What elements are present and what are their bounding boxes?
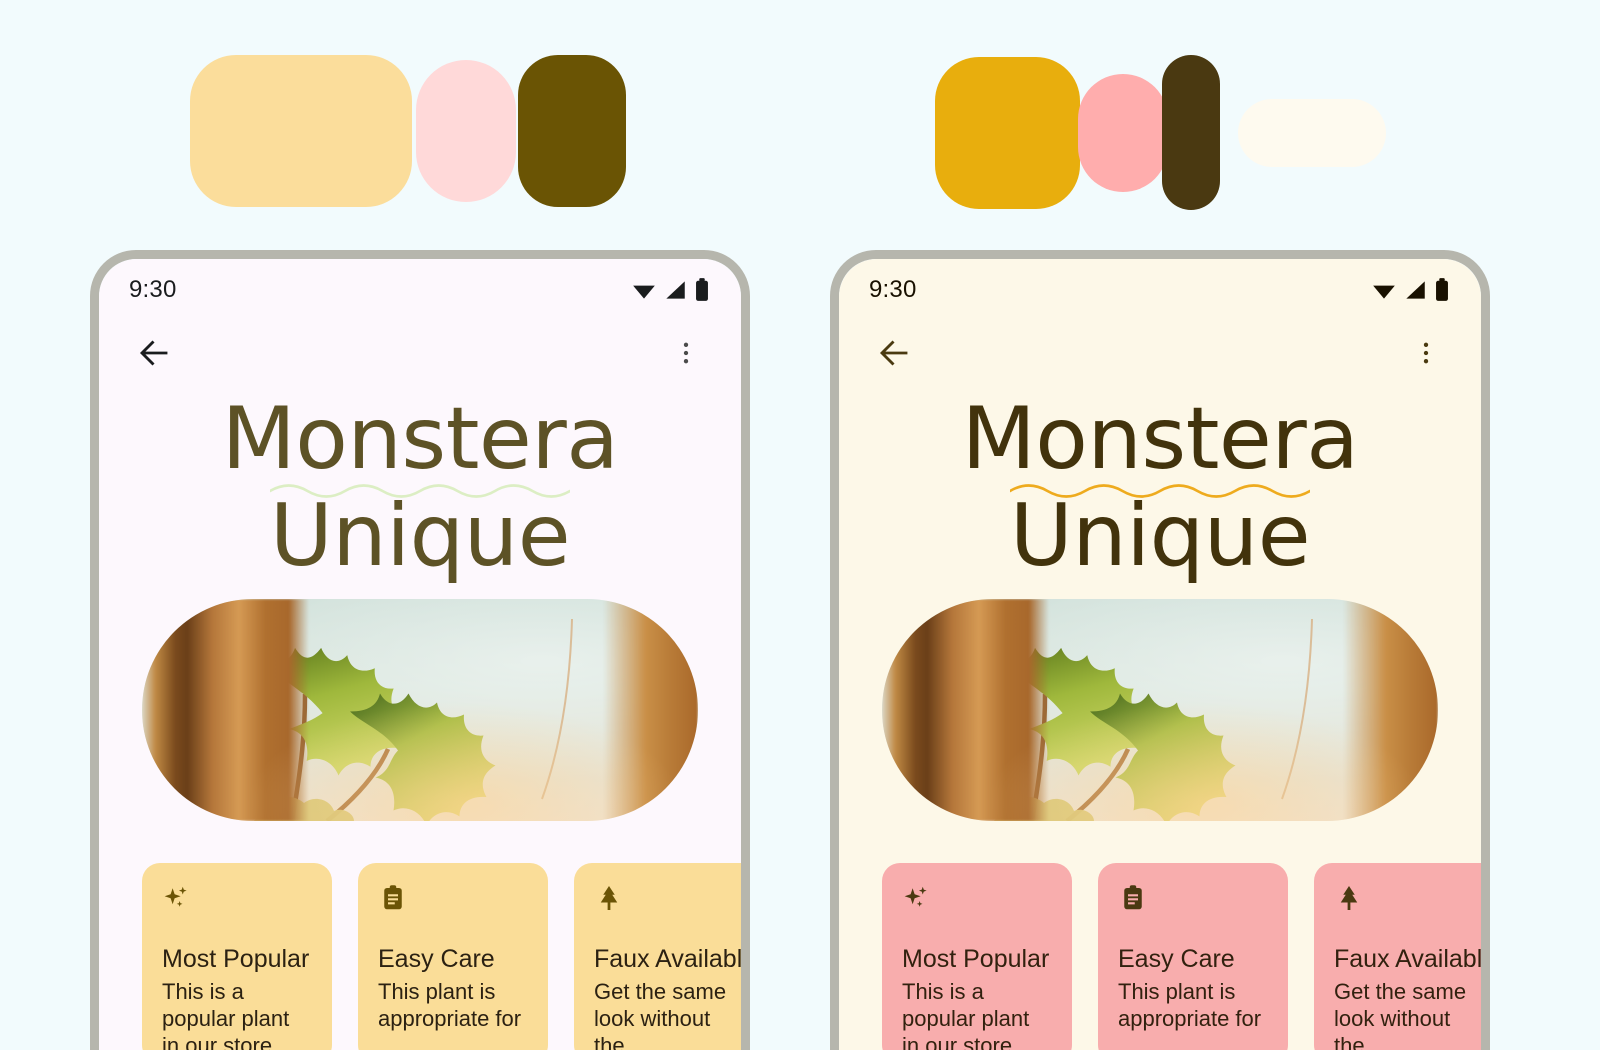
hero-title-block: Monstera Unique bbox=[839, 389, 1481, 587]
hero-title-line-1: Monstera bbox=[221, 389, 619, 489]
primary-container-swatch[interactable] bbox=[190, 55, 412, 207]
card-body: This is a popular plant in our store bbox=[162, 979, 290, 1050]
overflow-menu-button[interactable] bbox=[1403, 330, 1449, 376]
plant-photo bbox=[142, 599, 698, 821]
feature-card[interactable]: Easy Care This plant is appropriate for bbox=[1098, 863, 1288, 1050]
photo-glow bbox=[142, 599, 698, 821]
card-body: This plant is appropriate for bbox=[1118, 979, 1262, 1031]
arrow-left-icon bbox=[139, 340, 168, 366]
feature-cards: Most Popular This is a popular plant in … bbox=[142, 863, 741, 1050]
clipboard-icon bbox=[1118, 883, 1268, 923]
screenshot-root: 9:30 Monstera Unique Most Popular This i… bbox=[0, 0, 1600, 1050]
card-title: Easy Care bbox=[1118, 945, 1235, 973]
status-clock: 9:30 bbox=[869, 276, 917, 303]
back-button[interactable] bbox=[131, 330, 177, 376]
hero-title-line-2: Unique bbox=[269, 486, 571, 587]
tree-icon bbox=[1334, 883, 1481, 923]
hero-title-line-1: Monstera bbox=[961, 389, 1359, 489]
app-bar bbox=[99, 321, 741, 385]
feature-cards: Most Popular This is a popular plant in … bbox=[882, 863, 1481, 1050]
overflow-menu-button[interactable] bbox=[663, 330, 709, 376]
tree-icon bbox=[594, 883, 741, 923]
feature-card[interactable]: Faux Available Get the same look without… bbox=[574, 863, 741, 1050]
hero-title-line-2: Unique bbox=[1009, 486, 1311, 587]
wifi-icon bbox=[633, 285, 655, 299]
more-vertical-icon bbox=[1423, 342, 1429, 364]
tertiary-swatch[interactable] bbox=[1162, 55, 1220, 210]
surface-swatch[interactable] bbox=[1238, 98, 1386, 167]
feature-card[interactable]: Faux Available Get the same look without… bbox=[1314, 863, 1481, 1050]
phone-right-screen: 9:30 Monstera Unique Most Popular This i… bbox=[839, 259, 1481, 1050]
status-icons bbox=[631, 277, 711, 303]
sparkles-icon bbox=[162, 883, 312, 923]
sparkles-icon bbox=[902, 883, 1052, 923]
status-icons bbox=[1371, 277, 1451, 303]
battery-icon bbox=[696, 278, 708, 301]
status-bar: 9:30 bbox=[839, 259, 1481, 321]
back-button[interactable] bbox=[871, 330, 917, 376]
secondary-swatch[interactable] bbox=[1078, 73, 1168, 192]
phone-left-screen: 9:30 Monstera Unique Most Popular This i… bbox=[99, 259, 741, 1050]
palette-left bbox=[190, 55, 626, 207]
hero-title-block: Monstera Unique bbox=[99, 389, 741, 587]
clipboard-icon bbox=[378, 883, 528, 923]
signal-icon bbox=[1406, 281, 1425, 299]
card-title: Most Popular bbox=[902, 945, 1050, 973]
secondary-container-swatch[interactable] bbox=[416, 60, 516, 202]
card-body: Get the same look without the bbox=[594, 979, 727, 1050]
primary-swatch[interactable] bbox=[935, 56, 1080, 209]
feature-card[interactable]: Most Popular This is a popular plant in … bbox=[142, 863, 332, 1050]
phone-left: 9:30 Monstera Unique Most Popular This i… bbox=[90, 250, 750, 1050]
card-body: This plant is appropriate for bbox=[378, 979, 522, 1031]
feature-card[interactable]: Most Popular This is a popular plant in … bbox=[882, 863, 1072, 1050]
feature-card[interactable]: Easy Care This plant is appropriate for bbox=[358, 863, 548, 1050]
card-body: Get the same look without the bbox=[1334, 979, 1467, 1050]
card-title: Most Popular bbox=[162, 945, 310, 973]
on-primary-container-swatch[interactable] bbox=[518, 55, 626, 207]
signal-icon bbox=[666, 281, 685, 299]
more-vertical-icon bbox=[683, 342, 689, 364]
card-title: Easy Care bbox=[378, 945, 495, 973]
card-body: This is a popular plant in our store bbox=[902, 979, 1030, 1050]
card-title: Faux Available bbox=[1334, 945, 1481, 973]
palette-right bbox=[935, 55, 1386, 210]
status-bar: 9:30 bbox=[99, 259, 741, 321]
status-clock: 9:30 bbox=[129, 276, 177, 303]
card-title: Faux Available bbox=[594, 945, 741, 973]
hero-image[interactable] bbox=[142, 599, 698, 821]
wifi-icon bbox=[1373, 285, 1395, 299]
app-bar bbox=[839, 321, 1481, 385]
plant-photo bbox=[882, 599, 1438, 821]
photo-glow bbox=[882, 599, 1438, 821]
arrow-left-icon bbox=[879, 340, 908, 366]
hero-image[interactable] bbox=[882, 599, 1438, 821]
phone-right: 9:30 Monstera Unique Most Popular This i… bbox=[830, 250, 1490, 1050]
battery-icon bbox=[1436, 278, 1448, 301]
